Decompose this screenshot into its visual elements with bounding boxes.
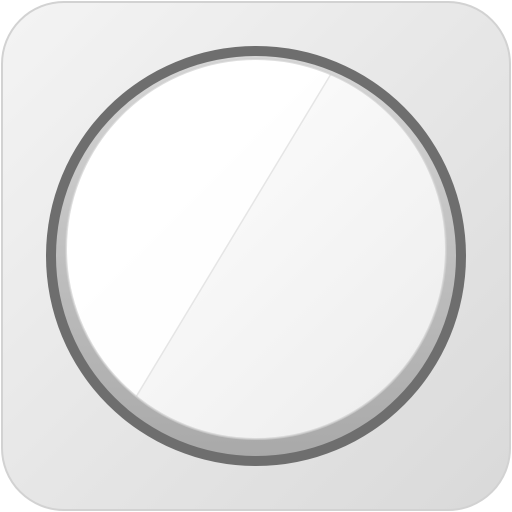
flashlight-button-icon[interactable] bbox=[0, 0, 512, 512]
app-icon-canvas bbox=[0, 0, 512, 512]
app-icon-graphic bbox=[1, 1, 511, 511]
